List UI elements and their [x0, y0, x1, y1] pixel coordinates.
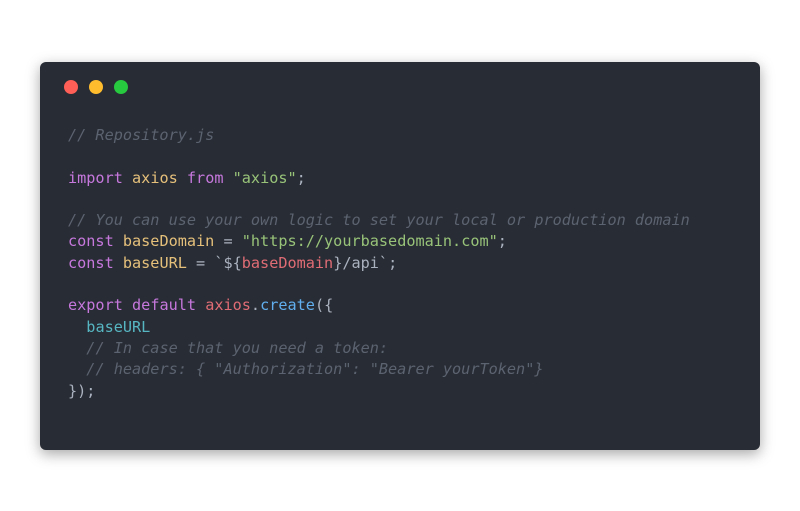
code-token-punct	[68, 339, 86, 357]
code-token-comment: // Repository.js	[68, 126, 215, 144]
code-token-punct	[123, 169, 132, 187]
code-token-keyword: export	[68, 296, 123, 315]
code-block: // Repository.js​import axios from "axio…	[68, 125, 690, 402]
code-window: // Repository.js​import axios from "axio…	[40, 62, 760, 450]
code-line: import axios from "axios";	[68, 168, 690, 189]
code-token-punct	[223, 169, 232, 187]
code-token-keyword: default	[132, 296, 197, 315]
code-line: // In case that you need a token:	[68, 338, 690, 359]
minimize-dot-icon[interactable]	[89, 80, 103, 94]
code-token-comment: // headers: { "Authorization": "Bearer y…	[86, 360, 544, 379]
code-token-punct: ;	[388, 253, 398, 272]
code-line: // headers: { "Authorization": "Bearer y…	[68, 359, 690, 380]
code-token-variable: baseDomain	[122, 232, 215, 251]
code-line: });	[68, 381, 690, 402]
code-line: const baseURL = `${baseDomain}/api`;	[68, 253, 690, 274]
code-token-punct: ({	[314, 296, 334, 315]
code-token-keyword: from	[186, 168, 224, 187]
code-token-punct	[178, 169, 187, 187]
code-token-punct	[114, 254, 123, 272]
code-token-punct: `${	[214, 253, 242, 272]
code-token-comment: // You can use your own logic to set you…	[68, 211, 690, 230]
code-token-punct: =	[186, 253, 215, 272]
code-token-punct	[114, 232, 123, 250]
window-controls	[64, 80, 128, 94]
code-token-string: "axios"	[232, 168, 297, 187]
code-line: // You can use your own logic to set you…	[68, 210, 690, 231]
code-line: ​	[68, 146, 690, 167]
code-token-punct	[123, 296, 132, 314]
code-line: // Repository.js	[68, 125, 690, 146]
code-token-punct: });	[68, 381, 96, 400]
code-line: ​	[68, 189, 690, 210]
maximize-dot-icon[interactable]	[114, 80, 128, 94]
code-token-punct	[196, 296, 205, 314]
close-dot-icon[interactable]	[64, 80, 78, 94]
code-token-punct: =	[214, 232, 242, 251]
code-line: const baseDomain = "https://yourbasedoma…	[68, 231, 690, 252]
code-token-interp: axios	[205, 296, 251, 315]
code-token-variable: baseURL	[122, 253, 187, 272]
code-token-comment: // In case that you need a token:	[86, 338, 389, 357]
code-token-variable: axios	[132, 168, 178, 187]
code-token-string: "https://yourbasedomain.com"	[241, 232, 498, 251]
code-token-punct	[68, 318, 86, 336]
code-token-punct: ;	[497, 232, 507, 251]
code-token-keyword: const	[68, 232, 114, 251]
code-token-keyword: import	[68, 168, 123, 187]
code-token-prop: baseURL	[86, 317, 151, 336]
code-line: ​	[68, 274, 690, 295]
code-token-punct: .	[250, 296, 261, 315]
code-token-interp: baseDomain	[241, 253, 334, 272]
code-token-punct	[68, 360, 86, 378]
code-token-func: create	[260, 296, 315, 315]
code-line: export default axios.create({	[68, 295, 690, 316]
code-token-keyword: const	[68, 253, 114, 272]
code-token-punct: }/api`	[333, 253, 389, 272]
code-line: baseURL	[68, 317, 690, 338]
code-token-punct: ;	[296, 168, 306, 187]
